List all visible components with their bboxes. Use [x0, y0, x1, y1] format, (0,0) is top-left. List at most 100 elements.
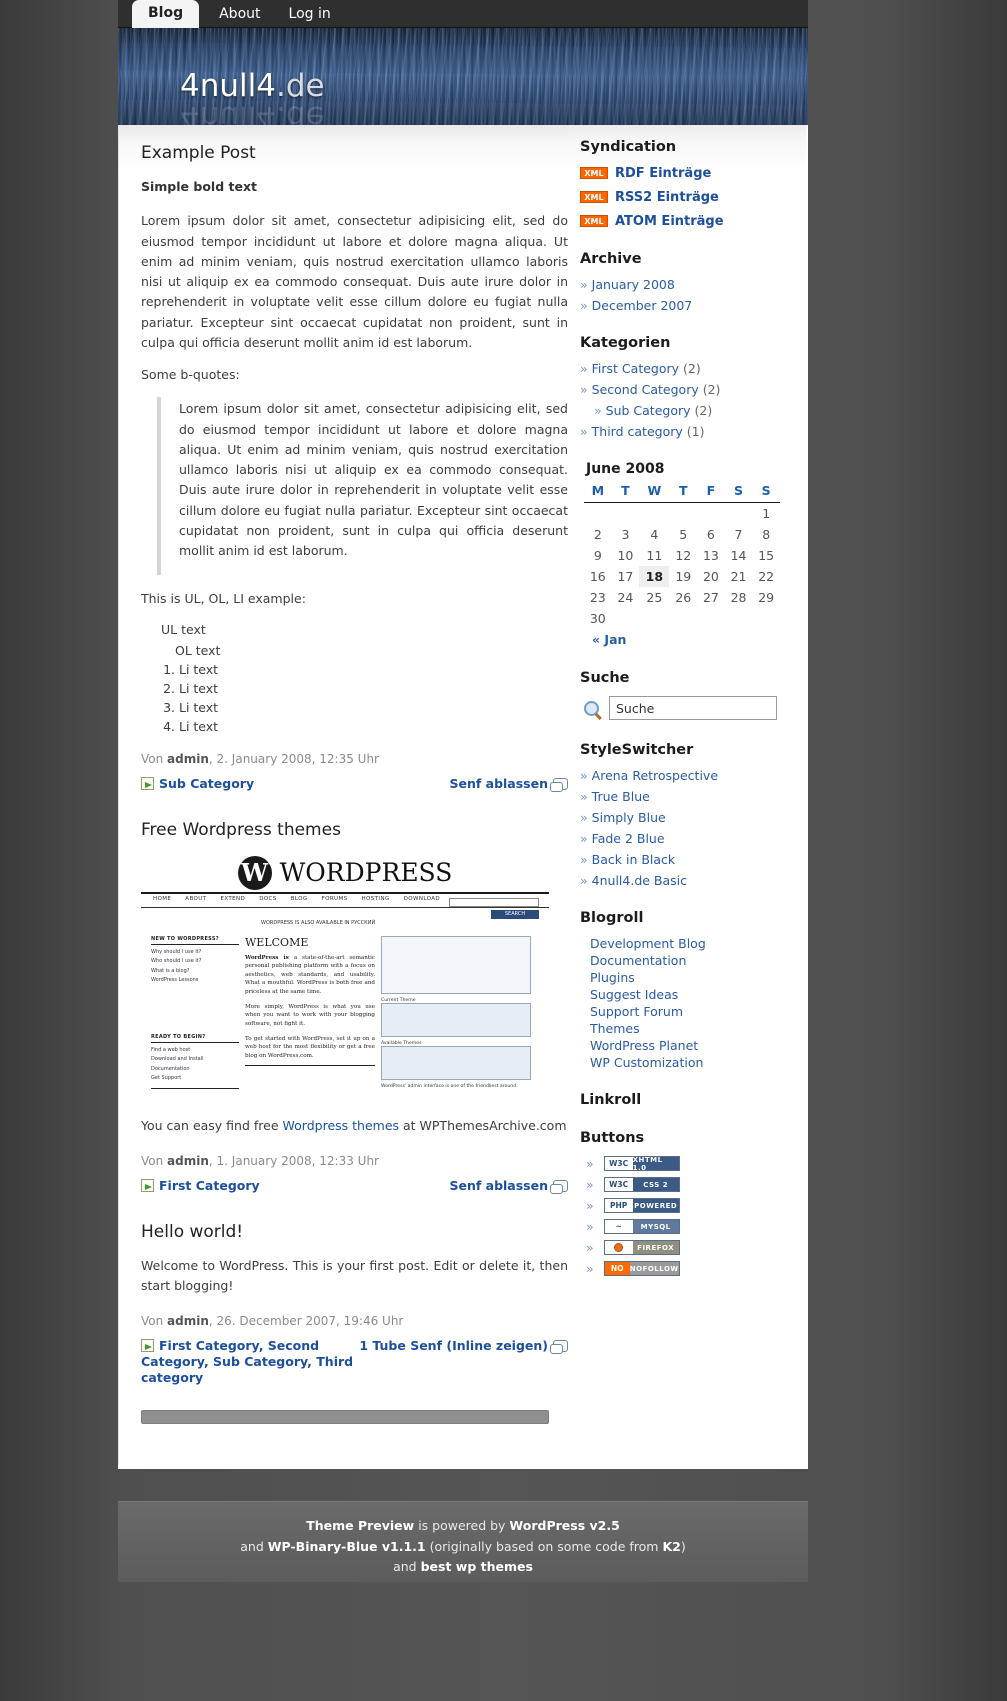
list-item[interactable]: Themes — [590, 1021, 806, 1036]
style-link[interactable]: Fade 2 Blue — [592, 831, 665, 846]
category-link[interactable]: Sub Category — [159, 776, 254, 791]
caption-link[interactable]: Wordpress themes — [283, 1118, 400, 1133]
wp-col1-item2: Get Support — [151, 1075, 182, 1081]
category-link[interactable]: Second Category — [592, 382, 699, 397]
wp-current-theme-box — [381, 935, 531, 994]
site-title-strong: 4null4 — [180, 68, 276, 104]
sidebar-blogroll: Blogroll Development Blog Documentation … — [580, 910, 806, 1070]
style-link[interactable]: Simply Blue — [592, 810, 666, 825]
chevron-right-icon: » — [586, 1156, 594, 1171]
list-item[interactable]: » First Category (2) — [580, 361, 806, 376]
blockquote-text: Lorem ipsum dolor sit amet, consectetur … — [179, 401, 568, 558]
wp-col1-item2: Find a web host — [151, 1046, 191, 1053]
meta-date: , 26. December 2007, 19:46 Uhr — [208, 1314, 404, 1329]
wp-nav-item: FORUMS — [321, 895, 348, 902]
list-item[interactable]: Documentation — [590, 953, 806, 968]
style-link[interactable]: Arena Retrospective — [592, 768, 718, 783]
nav-item-login[interactable]: Log in — [275, 2, 345, 28]
styleswitcher-list: » Arena Retrospective » True Blue » Simply … — [580, 768, 806, 888]
list-item[interactable]: » FIREFOX — [586, 1240, 806, 1255]
blogroll-link[interactable]: Support Forum — [590, 1004, 683, 1019]
blogroll-link[interactable]: Documentation — [590, 953, 686, 968]
nav-item-blog[interactable]: Blog — [118, 0, 205, 28]
list-item[interactable]: XML RSS2 Einträge — [580, 189, 806, 205]
chevron-right-icon: » — [580, 424, 588, 439]
sidebar-heading-styleswitcher: StyleSwitcher — [580, 742, 694, 758]
badge-firefox[interactable]: FIREFOX — [603, 1240, 680, 1255]
calendar-day: 13 — [702, 548, 719, 563]
post-title[interactable]: Example Post — [141, 143, 568, 163]
style-link[interactable]: 4null4.de Basic — [592, 873, 687, 888]
calendar-day: 6 — [706, 527, 715, 542]
list-item[interactable]: Support Forum — [590, 1004, 806, 1019]
calendar-day — [697, 503, 725, 525]
list-item[interactable]: » Second Category (2) — [580, 382, 806, 397]
badge-mysql[interactable]: ~ MYSQL — [603, 1219, 680, 1234]
nav-link-about[interactable]: About — [205, 2, 274, 28]
list-item[interactable]: Development Blog — [590, 936, 806, 951]
calendar-prev-link[interactable]: « Jan — [592, 632, 626, 647]
list-item[interactable]: » W3C CSS 2 — [586, 1177, 806, 1192]
list-item[interactable]: » Fade 2 Blue — [580, 831, 806, 846]
list-item[interactable]: XML ATOM Einträge — [580, 213, 806, 229]
blogroll-link[interactable]: Development Blog — [590, 936, 706, 951]
archive-link[interactable]: December 2007 — [592, 298, 693, 313]
list-item-sub[interactable]: » Sub Category (2) — [580, 403, 806, 418]
list-item[interactable]: WP Customization — [590, 1055, 806, 1070]
category-link[interactable]: First Category — [592, 361, 679, 376]
chevron-right-icon: » — [580, 277, 588, 292]
category-link[interactable]: First Category — [159, 1178, 260, 1193]
list-item[interactable]: Plugins — [590, 970, 806, 985]
nav-item-about[interactable]: About — [205, 2, 274, 28]
comment-bubble-icon — [550, 777, 568, 792]
search-input[interactable] — [609, 696, 777, 720]
chevron-right-icon: » — [586, 1198, 594, 1213]
subcategory-link[interactable]: Sub Category — [606, 403, 691, 418]
list-item[interactable]: » Third category (1) — [580, 424, 806, 439]
list-item[interactable]: » Simply Blue — [580, 810, 806, 825]
blogroll-link[interactable]: WP Customization — [590, 1055, 703, 1070]
nav-link-login[interactable]: Log in — [275, 2, 345, 28]
badge-css[interactable]: W3C CSS 2 — [603, 1177, 680, 1192]
archive-link[interactable]: January 2008 — [592, 277, 675, 292]
calendar-day: 21 — [730, 569, 747, 584]
footer-theme-name: Theme Preview — [306, 1518, 415, 1533]
list-item[interactable]: » True Blue — [580, 789, 806, 804]
list-item[interactable]: XML RDF Einträge — [580, 165, 806, 181]
category-link[interactable]: First Category, Second Category, Sub Cat… — [141, 1338, 353, 1385]
style-link[interactable]: True Blue — [592, 789, 650, 804]
list-item[interactable]: » Back in Black — [580, 852, 806, 867]
post-title[interactable]: Free Wordpress themes — [141, 820, 568, 840]
horizontal-scrollbar[interactable] — [141, 1410, 549, 1425]
feed-link-rss2[interactable]: RSS2 Einträge — [615, 190, 719, 205]
list-item[interactable]: WordPress Planet — [590, 1038, 806, 1053]
comments-link[interactable]: Senf ablassen — [449, 776, 548, 791]
category-link[interactable]: Third category — [592, 424, 683, 439]
badge-xhtml[interactable]: W3C XHTML 1.0 — [603, 1156, 680, 1171]
feed-link-atom[interactable]: ATOM Einträge — [615, 214, 724, 229]
search-icon[interactable] — [584, 700, 599, 716]
list-item[interactable]: » 4null4.de Basic — [580, 873, 806, 888]
list-item[interactable]: Suggest Ideas — [590, 987, 806, 1002]
comments-link[interactable]: 1 Tube Senf (Inline zeigen) — [359, 1338, 548, 1353]
wp-nav-item: EXTEND — [220, 895, 246, 902]
list-item[interactable]: » Arena Retrospective — [580, 768, 806, 783]
style-link[interactable]: Back in Black — [592, 852, 676, 867]
badge-php[interactable]: PHP POWERED — [603, 1198, 680, 1213]
blogroll-link[interactable]: WordPress Planet — [590, 1038, 698, 1053]
sidebar-heading-buttons: Buttons — [580, 1130, 645, 1146]
list-item[interactable]: » December 2007 — [580, 298, 806, 313]
list-item[interactable]: » PHP POWERED — [586, 1198, 806, 1213]
badge-nofollow[interactable]: NO NOFOLLOW — [603, 1261, 680, 1276]
blogroll-link[interactable]: Suggest Ideas — [590, 987, 678, 1002]
comments-link[interactable]: Senf ablassen — [449, 1178, 548, 1193]
list-item[interactable]: » NO NOFOLLOW — [586, 1261, 806, 1276]
list-item[interactable]: » ~ MYSQL — [586, 1219, 806, 1234]
nav-link-blog[interactable]: Blog — [132, 0, 200, 28]
list-item[interactable]: » January 2008 — [580, 277, 806, 292]
list-item[interactable]: » W3C XHTML 1.0 — [586, 1156, 806, 1171]
post-title[interactable]: Hello world! — [141, 1222, 568, 1242]
feed-link-rdf[interactable]: RDF Einträge — [615, 166, 711, 181]
blogroll-link[interactable]: Themes — [590, 1021, 640, 1036]
blogroll-link[interactable]: Plugins — [590, 970, 635, 985]
